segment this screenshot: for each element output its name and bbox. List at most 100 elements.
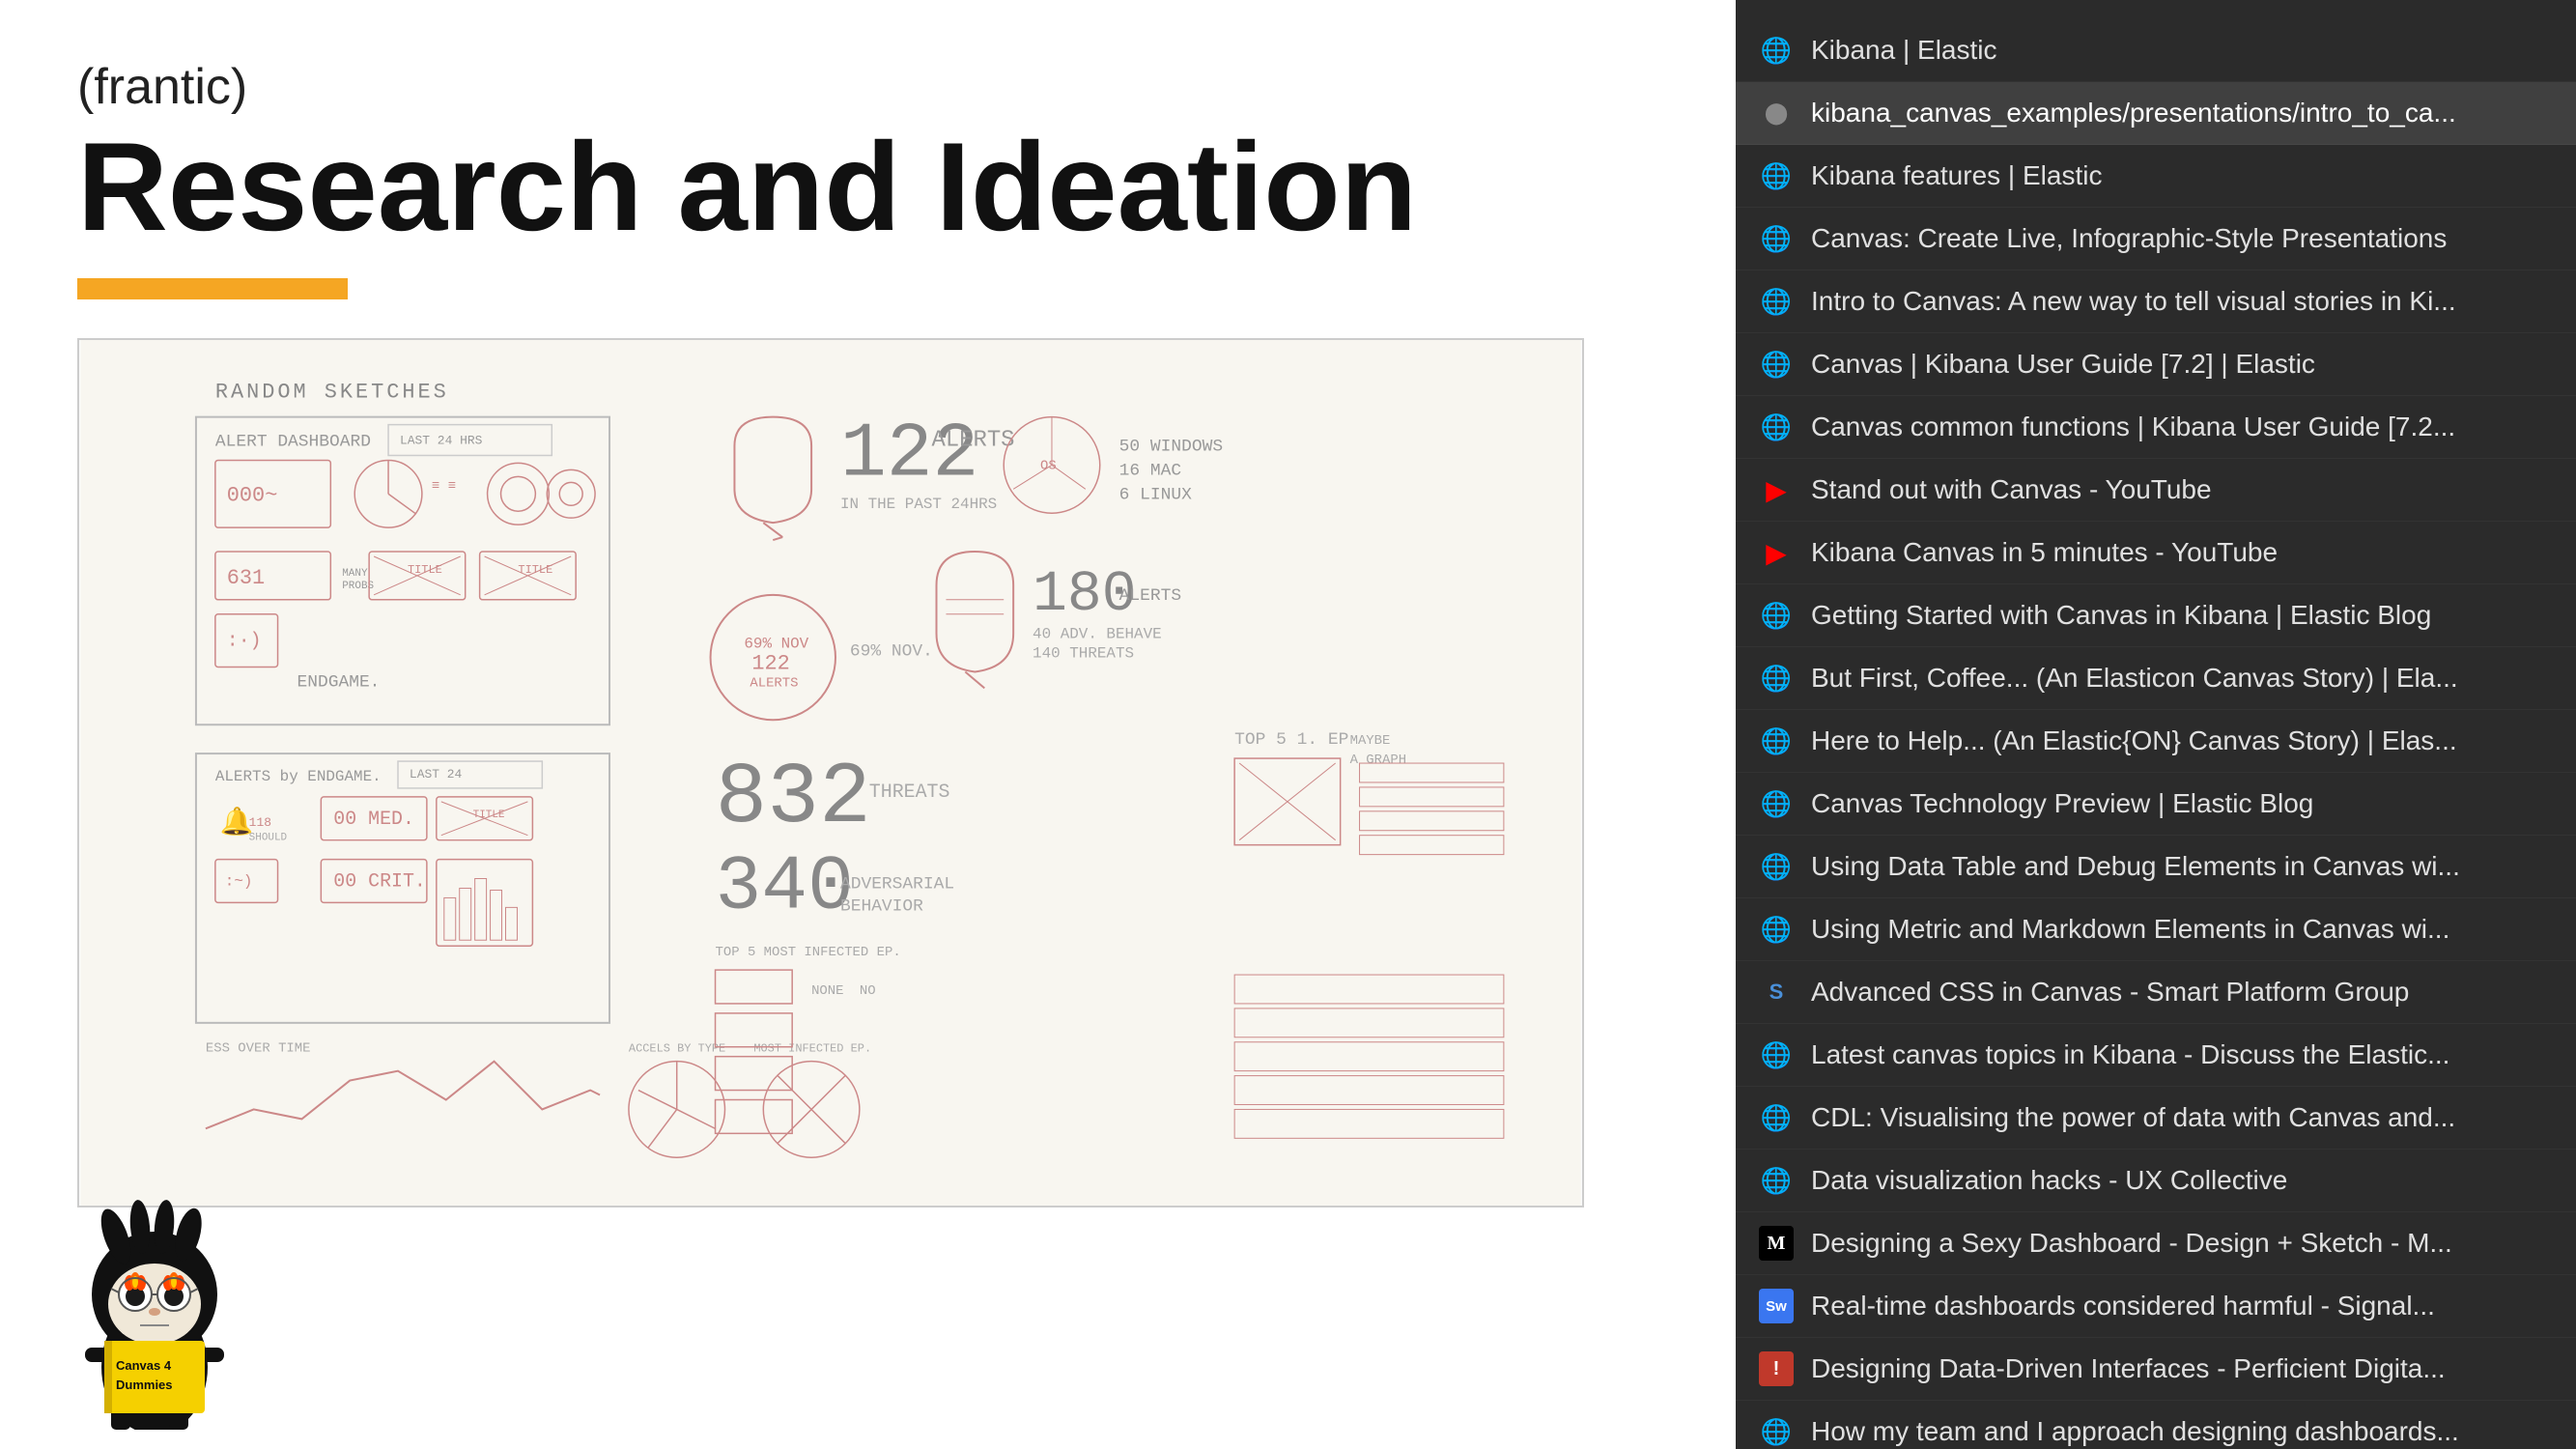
globe-icon: 🌐 — [1759, 347, 1794, 382]
bookmark-item[interactable]: 🌐 Using Data Table and Debug Elements in … — [1736, 836, 2576, 898]
bookmark-item[interactable]: 🌐Using Metric and Markdown Elements in C… — [1736, 898, 2576, 961]
bookmark-item[interactable]: 🌐Kibana features | Elastic — [1736, 145, 2576, 208]
page-icon: ⬤ — [1759, 96, 1794, 130]
bookmark-label: Here to Help... (An Elastic{ON} Canvas S… — [1811, 725, 2457, 756]
globe-icon: 🌐 — [1759, 912, 1794, 947]
bookmark-label: Stand out with Canvas - YouTube — [1811, 474, 2212, 505]
svg-text:ALERTS by ENDGAME.: ALERTS by ENDGAME. — [215, 768, 382, 785]
left-panel: (frantic) Research and Ideation RANDOM S… — [0, 0, 1739, 1449]
svg-text:ALERTS: ALERTS — [1119, 586, 1181, 606]
globe-icon: 🌐 — [1759, 1100, 1794, 1135]
svg-text:6 LINUX: 6 LINUX — [1119, 485, 1192, 504]
svg-text::~): :~) — [225, 872, 253, 890]
bookmark-item[interactable]: 🌐 How my team and I approach designing da… — [1736, 1401, 2576, 1449]
svg-text:≡: ≡ — [432, 478, 439, 494]
svg-text:16 MAC: 16 MAC — [1119, 461, 1181, 480]
svg-text:LAST 24: LAST 24 — [410, 767, 463, 781]
svg-text:ESS OVER TIME: ESS OVER TIME — [206, 1041, 311, 1057]
bookmark-item[interactable]: 🌐 Getting Started with Canvas in Kibana |… — [1736, 584, 2576, 647]
bookmark-item[interactable]: Sw Real-time dashboards considered harmfu… — [1736, 1275, 2576, 1338]
svg-text:122: 122 — [751, 651, 789, 675]
globe-icon: 🌐 — [1759, 598, 1794, 633]
svg-text:TITLE: TITLE — [518, 563, 552, 577]
bookmark-item[interactable]: ⬤ kibana_canvas_examples/presentations/in… — [1736, 82, 2576, 145]
bookmark-item[interactable]: !Designing Data-Driven Interfaces - Perf… — [1736, 1338, 2576, 1401]
bookmark-label: Advanced CSS in Canvas - Smart Platform … — [1811, 977, 2409, 1008]
svg-text:ALERT DASHBOARD: ALERT DASHBOARD — [215, 433, 371, 452]
globe-icon: 🌐 — [1759, 33, 1794, 68]
bookmark-label: Using Data Table and Debug Elements in C… — [1811, 851, 2460, 882]
bookmarks-panel[interactable]: 🌐 Kibana | Elastic ⬤ kibana_canvas_examples… — [1736, 0, 2576, 1449]
globe-icon: 🌐 — [1759, 284, 1794, 319]
bookmark-item[interactable]: 🌐Intro to Canvas: A new way to tell visu… — [1736, 270, 2576, 333]
globe-icon: 🌐 — [1759, 221, 1794, 256]
bookmark-label: Kibana Canvas in 5 minutes - YouTube — [1811, 537, 2278, 568]
medium-icon: M — [1759, 1226, 1794, 1261]
bookmark-label: Real-time dashboards considered harmful … — [1811, 1291, 2435, 1321]
svg-text:ACCELS BY TYPE: ACCELS BY TYPE — [629, 1042, 725, 1056]
globe-icon: 🌐 — [1759, 724, 1794, 758]
bookmark-item[interactable]: ▶ Kibana Canvas in 5 minutes - YouTube — [1736, 522, 2576, 584]
svg-text:TOP 5 1. EP: TOP 5 1. EP — [1234, 730, 1348, 750]
svg-text:40 ADV. BEHAVE: 40 ADV. BEHAVE — [1033, 626, 1162, 643]
svg-text:ENDGAME.: ENDGAME. — [297, 672, 380, 692]
svg-text:LAST 24 HRS: LAST 24 HRS — [400, 434, 483, 448]
svg-text:BEHAVIOR: BEHAVIOR — [840, 896, 923, 916]
svg-text:THREATS: THREATS — [869, 781, 950, 803]
sketch-whiteboard: RANDOM SKETCHES ALERT DASHBOARD LAST 24 … — [77, 338, 1584, 1208]
bookmark-label: kibana_canvas_examples/presentations/int… — [1811, 98, 2456, 128]
svg-text:MANY: MANY — [342, 568, 368, 580]
svg-text:ADVERSARIAL: ADVERSARIAL — [840, 874, 954, 894]
accent-bar — [77, 278, 348, 299]
bookmark-item[interactable]: SAdvanced CSS in Canvas - Smart Platform… — [1736, 961, 2576, 1024]
svg-text:140 THREATS: 140 THREATS — [1033, 645, 1134, 663]
svg-text:ALERTS: ALERTS — [932, 428, 1015, 454]
globe-icon: 🌐 — [1759, 410, 1794, 444]
youtube-icon: ▶ — [1759, 472, 1794, 507]
bookmark-item[interactable]: 🌐Canvas Technology Preview | Elastic Blo… — [1736, 773, 2576, 836]
bookmark-label: Getting Started with Canvas in Kibana | … — [1811, 600, 2431, 631]
bookmark-item[interactable]: 🌐 Latest canvas topics in Kibana - Discus… — [1736, 1024, 2576, 1087]
globe-icon: 🌐 — [1759, 849, 1794, 884]
signal-icon: Sw — [1759, 1289, 1794, 1323]
subtitle: (frantic) — [77, 58, 1661, 116]
globe-icon: 🌐 — [1759, 1037, 1794, 1072]
svg-text:00 CRIT.: 00 CRIT. — [333, 869, 426, 892]
bookmark-item[interactable]: 🌐But First, Coffee... (An Elasticon Canv… — [1736, 647, 2576, 710]
svg-text:NONE: NONE — [811, 983, 843, 999]
youtube-icon: ▶ — [1759, 535, 1794, 570]
svg-text:00 MED.: 00 MED. — [333, 808, 414, 830]
bookmark-item[interactable]: 🌐 Here to Help... (An Elastic{ON} Canvas … — [1736, 710, 2576, 773]
svg-text:832: 832 — [716, 749, 871, 847]
bookmark-label: Kibana | Elastic — [1811, 35, 1997, 66]
svg-text:A GRAPH: A GRAPH — [1350, 753, 1406, 768]
svg-text:SHOULD: SHOULD — [249, 833, 288, 844]
svg-text:OS: OS — [1040, 458, 1057, 473]
svg-text:118: 118 — [249, 815, 271, 830]
bookmark-item[interactable]: 🌐CDL: Visualising the power of data with… — [1736, 1087, 2576, 1150]
bookmark-item[interactable]: 🌐Canvas: Create Live, Infographic-Style … — [1736, 208, 2576, 270]
sketch-svg: RANDOM SKETCHES ALERT DASHBOARD LAST 24 … — [79, 340, 1582, 1206]
globe-icon: 🌐 — [1759, 1414, 1794, 1449]
bookmark-label: How my team and I approach designing das… — [1811, 1416, 2459, 1447]
svg-text:631: 631 — [227, 566, 265, 590]
svg-text:340: 340 — [716, 843, 854, 930]
mascot: Canvas 4 Dummies — [39, 1179, 270, 1430]
page-title: Research and Ideation — [77, 124, 1661, 249]
bookmark-label: Kibana features | Elastic — [1811, 160, 2102, 191]
svg-text:NO: NO — [860, 983, 876, 999]
bookmark-item[interactable]: MDesigning a Sexy Dashboard - Design + S… — [1736, 1212, 2576, 1275]
svg-text:TOP 5 MOST INFECTED EP.: TOP 5 MOST INFECTED EP. — [716, 945, 901, 960]
perficient-icon: ! — [1759, 1351, 1794, 1386]
bookmark-label: Latest canvas topics in Kibana - Discuss… — [1811, 1039, 2449, 1070]
bookmark-item[interactable]: 🌐 Kibana | Elastic — [1736, 19, 2576, 82]
globe-icon: 🌐 — [1759, 661, 1794, 696]
bookmark-label: Canvas Technology Preview | Elastic Blog — [1811, 788, 2313, 819]
svg-text:MAYBE: MAYBE — [1350, 733, 1391, 749]
svg-text:IN THE PAST 24HRS: IN THE PAST 24HRS — [840, 496, 997, 513]
bookmark-item[interactable]: 🌐Data visualization hacks - UX Collectiv… — [1736, 1150, 2576, 1212]
bookmark-item[interactable]: 🌐Canvas common functions | Kibana User G… — [1736, 396, 2576, 459]
bookmark-item[interactable]: 🌐Canvas | Kibana User Guide [7.2] | Elas… — [1736, 333, 2576, 396]
bookmark-item[interactable]: ▶ Stand out with Canvas - YouTube — [1736, 459, 2576, 522]
svg-text:TITLE: TITLE — [473, 810, 505, 821]
